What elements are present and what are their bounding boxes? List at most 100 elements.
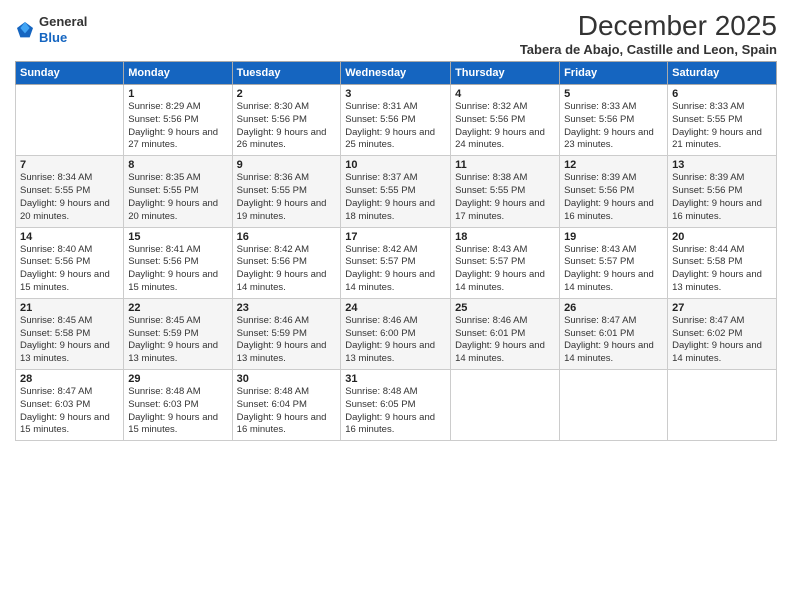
sunset-text: Sunset: 5:56 PM [128, 114, 227, 127]
calendar-cell: 13 Sunrise: 8:39 AM Sunset: 5:56 PM Dayl… [668, 156, 777, 227]
sunrise-text: Sunrise: 8:43 AM [564, 244, 663, 257]
daylight-text: Daylight: 9 hours and 14 minutes. [455, 340, 555, 366]
calendar-cell: 24 Sunrise: 8:46 AM Sunset: 6:00 PM Dayl… [341, 298, 451, 369]
calendar-cell: 31 Sunrise: 8:48 AM Sunset: 6:05 PM Dayl… [341, 370, 451, 441]
day-number: 30 [237, 373, 337, 385]
sunset-text: Sunset: 6:00 PM [345, 328, 446, 341]
sunrise-text: Sunrise: 8:39 AM [564, 172, 663, 185]
day-number: 10 [345, 159, 446, 171]
sunrise-text: Sunrise: 8:40 AM [20, 244, 119, 257]
calendar-week-5: 28 Sunrise: 8:47 AM Sunset: 6:03 PM Dayl… [16, 370, 777, 441]
daylight-text: Daylight: 9 hours and 21 minutes. [672, 127, 772, 153]
daylight-text: Daylight: 9 hours and 13 minutes. [672, 269, 772, 295]
sunrise-text: Sunrise: 8:33 AM [672, 101, 772, 114]
day-number: 23 [237, 302, 337, 314]
day-number: 18 [455, 231, 555, 243]
sunrise-text: Sunrise: 8:47 AM [20, 386, 119, 399]
daylight-text: Daylight: 9 hours and 13 minutes. [345, 340, 446, 366]
calendar-cell: 12 Sunrise: 8:39 AM Sunset: 5:56 PM Dayl… [560, 156, 668, 227]
day-number: 31 [345, 373, 446, 385]
sunrise-text: Sunrise: 8:44 AM [672, 244, 772, 257]
sunrise-text: Sunrise: 8:38 AM [455, 172, 555, 185]
calendar-cell: 30 Sunrise: 8:48 AM Sunset: 6:04 PM Dayl… [232, 370, 341, 441]
daylight-text: Daylight: 9 hours and 27 minutes. [128, 127, 227, 153]
daylight-text: Daylight: 9 hours and 15 minutes. [20, 269, 119, 295]
sunset-text: Sunset: 5:55 PM [672, 114, 772, 127]
day-number: 27 [672, 302, 772, 314]
daylight-text: Daylight: 9 hours and 13 minutes. [20, 340, 119, 366]
calendar-cell: 18 Sunrise: 8:43 AM Sunset: 5:57 PM Dayl… [451, 227, 560, 298]
sunset-text: Sunset: 5:57 PM [564, 256, 663, 269]
calendar-cell: 22 Sunrise: 8:45 AM Sunset: 5:59 PM Dayl… [124, 298, 232, 369]
sunrise-text: Sunrise: 8:34 AM [20, 172, 119, 185]
calendar-week-4: 21 Sunrise: 8:45 AM Sunset: 5:58 PM Dayl… [16, 298, 777, 369]
header-row: General Blue December 2025 Tabera de Aba… [15, 10, 777, 57]
sunrise-text: Sunrise: 8:45 AM [128, 315, 227, 328]
sunrise-text: Sunrise: 8:32 AM [455, 101, 555, 114]
day-number: 9 [237, 159, 337, 171]
calendar-cell: 27 Sunrise: 8:47 AM Sunset: 6:02 PM Dayl… [668, 298, 777, 369]
sunrise-text: Sunrise: 8:31 AM [345, 101, 446, 114]
day-number: 7 [20, 159, 119, 171]
daylight-text: Daylight: 9 hours and 14 minutes. [455, 269, 555, 295]
calendar-cell: 26 Sunrise: 8:47 AM Sunset: 6:01 PM Dayl… [560, 298, 668, 369]
daylight-text: Daylight: 9 hours and 16 minutes. [237, 412, 337, 438]
daylight-text: Daylight: 9 hours and 15 minutes. [20, 412, 119, 438]
daylight-text: Daylight: 9 hours and 20 minutes. [128, 198, 227, 224]
sunset-text: Sunset: 6:03 PM [128, 399, 227, 412]
sunrise-text: Sunrise: 8:43 AM [455, 244, 555, 257]
daylight-text: Daylight: 9 hours and 16 minutes. [564, 198, 663, 224]
calendar-cell: 7 Sunrise: 8:34 AM Sunset: 5:55 PM Dayli… [16, 156, 124, 227]
sunrise-text: Sunrise: 8:48 AM [128, 386, 227, 399]
calendar-cell: 29 Sunrise: 8:48 AM Sunset: 6:03 PM Dayl… [124, 370, 232, 441]
daylight-text: Daylight: 9 hours and 13 minutes. [128, 340, 227, 366]
day-number: 16 [237, 231, 337, 243]
calendar-cell: 3 Sunrise: 8:31 AM Sunset: 5:56 PM Dayli… [341, 85, 451, 156]
calendar-cell: 4 Sunrise: 8:32 AM Sunset: 5:56 PM Dayli… [451, 85, 560, 156]
sunset-text: Sunset: 5:55 PM [20, 185, 119, 198]
day-number: 22 [128, 302, 227, 314]
sunrise-text: Sunrise: 8:30 AM [237, 101, 337, 114]
sunrise-text: Sunrise: 8:33 AM [564, 101, 663, 114]
daylight-text: Daylight: 9 hours and 14 minutes. [237, 269, 337, 295]
daylight-text: Daylight: 9 hours and 25 minutes. [345, 127, 446, 153]
calendar-cell: 9 Sunrise: 8:36 AM Sunset: 5:55 PM Dayli… [232, 156, 341, 227]
col-monday: Monday [124, 62, 232, 85]
sunset-text: Sunset: 5:56 PM [20, 256, 119, 269]
sunrise-text: Sunrise: 8:42 AM [237, 244, 337, 257]
calendar-cell: 23 Sunrise: 8:46 AM Sunset: 5:59 PM Dayl… [232, 298, 341, 369]
col-sunday: Sunday [16, 62, 124, 85]
sunset-text: Sunset: 5:57 PM [345, 256, 446, 269]
sunset-text: Sunset: 5:58 PM [20, 328, 119, 341]
daylight-text: Daylight: 9 hours and 14 minutes. [564, 340, 663, 366]
logo-blue: Blue [39, 30, 87, 46]
sunset-text: Sunset: 5:55 PM [128, 185, 227, 198]
sunset-text: Sunset: 6:03 PM [20, 399, 119, 412]
day-number: 15 [128, 231, 227, 243]
day-number: 8 [128, 159, 227, 171]
calendar-cell [560, 370, 668, 441]
day-number: 14 [20, 231, 119, 243]
day-number: 1 [128, 88, 227, 100]
daylight-text: Daylight: 9 hours and 15 minutes. [128, 269, 227, 295]
calendar-cell: 8 Sunrise: 8:35 AM Sunset: 5:55 PM Dayli… [124, 156, 232, 227]
month-title: December 2025 [520, 10, 777, 42]
calendar-cell: 15 Sunrise: 8:41 AM Sunset: 5:56 PM Dayl… [124, 227, 232, 298]
day-number: 6 [672, 88, 772, 100]
daylight-text: Daylight: 9 hours and 26 minutes. [237, 127, 337, 153]
day-number: 24 [345, 302, 446, 314]
day-number: 4 [455, 88, 555, 100]
day-number: 3 [345, 88, 446, 100]
calendar-cell: 6 Sunrise: 8:33 AM Sunset: 5:55 PM Dayli… [668, 85, 777, 156]
sunrise-text: Sunrise: 8:48 AM [237, 386, 337, 399]
col-saturday: Saturday [668, 62, 777, 85]
sunrise-text: Sunrise: 8:36 AM [237, 172, 337, 185]
calendar-cell: 1 Sunrise: 8:29 AM Sunset: 5:56 PM Dayli… [124, 85, 232, 156]
daylight-text: Daylight: 9 hours and 15 minutes. [128, 412, 227, 438]
sunset-text: Sunset: 5:56 PM [564, 185, 663, 198]
sunset-text: Sunset: 5:59 PM [237, 328, 337, 341]
day-number: 26 [564, 302, 663, 314]
page-container: General Blue December 2025 Tabera de Aba… [0, 0, 792, 451]
col-tuesday: Tuesday [232, 62, 341, 85]
logo-icon [15, 20, 35, 40]
